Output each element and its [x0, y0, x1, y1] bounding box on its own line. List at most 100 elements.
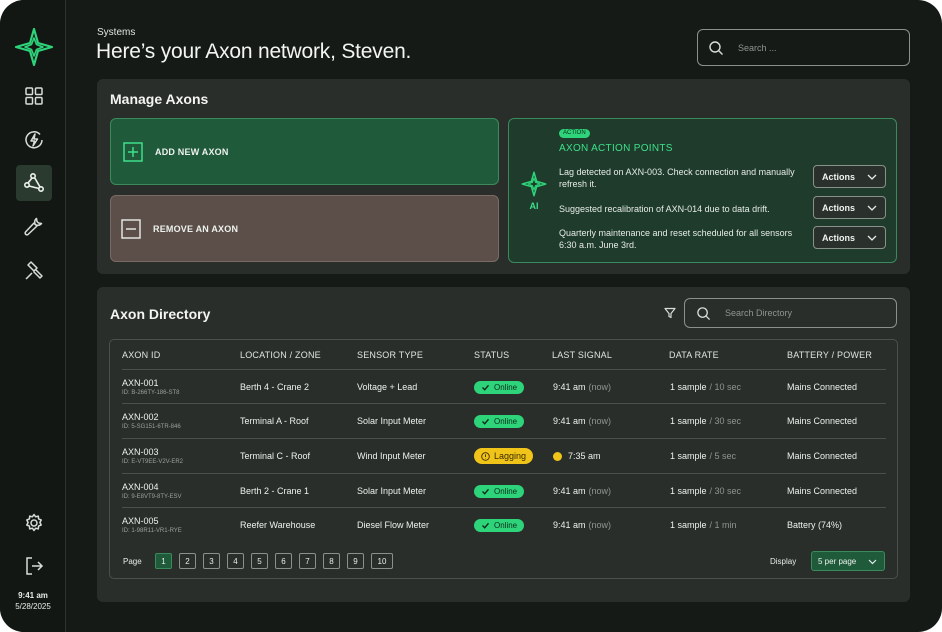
- rate-note: / 5 sec: [709, 451, 737, 461]
- signal-time: 7:35 am: [568, 451, 601, 461]
- add-axon-button[interactable]: ADD NEW AXON: [110, 118, 499, 185]
- check-icon: [482, 488, 490, 495]
- ai-action-heading: AXON ACTION POINTS: [559, 143, 673, 154]
- filter-icon[interactable]: [664, 307, 676, 319]
- wrench-icon: [24, 217, 43, 236]
- table-row[interactable]: AXN-002 ID: 5-SG151-6TR-846 Terminal A -…: [122, 403, 886, 437]
- directory-search-placeholder: Search Directory: [725, 308, 793, 318]
- page-button-5[interactable]: 5: [251, 553, 268, 569]
- status-cell: Online: [474, 404, 525, 438]
- page-button-4[interactable]: 4: [227, 553, 244, 569]
- col-header-signal[interactable]: LAST SIGNAL: [552, 350, 612, 360]
- ai-sparkle-icon: [521, 171, 547, 197]
- actions-label: Actions: [822, 171, 856, 182]
- page-button-1[interactable]: 1: [155, 553, 172, 569]
- ai-action-item-3: Quarterly maintenance and reset schedule…: [559, 228, 793, 250]
- actions-dropdown-1[interactable]: Actions: [813, 165, 886, 188]
- rate-value: 1 sample: [670, 486, 707, 496]
- main-content: Systems Here’s your Axon network, Steven…: [66, 0, 942, 632]
- axon-table: AXON ID LOCATION / ZONE SENSOR TYPE STAT…: [109, 339, 898, 579]
- nav-logout[interactable]: [16, 548, 52, 584]
- axon-id: AXN-003: [122, 447, 159, 457]
- rate-note: / 30 sec: [709, 416, 742, 426]
- actions-dropdown-2[interactable]: Actions: [813, 196, 886, 219]
- data-rate-cell: 1 sample/ 1 min: [670, 508, 737, 542]
- rate-note: / 10 sec: [709, 382, 742, 392]
- search-icon: [697, 306, 711, 320]
- rate-note: / 1 min: [709, 520, 737, 530]
- add-axon-label: ADD NEW AXON: [155, 146, 229, 157]
- search-icon: [709, 40, 723, 55]
- axon-serial: ID: B-266TY-186-ST8: [122, 390, 180, 396]
- col-header-location[interactable]: LOCATION / ZONE: [240, 350, 321, 360]
- page-button-10[interactable]: 10: [371, 553, 393, 569]
- power-cell: Mains Connected: [787, 451, 858, 461]
- status-cell: Online: [474, 370, 525, 404]
- logout-icon: [26, 557, 44, 575]
- nav-maintenance[interactable]: [16, 208, 52, 244]
- table-row[interactable]: AXN-004 ID: 9-E8VT9-8TY-ESV Berth 2 - Cr…: [122, 473, 886, 507]
- nav-dashboard[interactable]: [16, 78, 52, 114]
- axon-id-cell: AXN-002 ID: 5-SG151-6TR-846: [122, 404, 181, 438]
- display-label: Display: [770, 557, 797, 566]
- per-page-select[interactable]: 5 per page: [811, 551, 885, 571]
- sensor-cell: Voltage + Lead: [357, 382, 418, 392]
- sensor-cell: Solar Input Meter: [357, 486, 427, 496]
- status-cell: Online: [474, 508, 525, 542]
- remove-axon-button[interactable]: REMOVE AN AXON: [110, 195, 499, 262]
- table-row[interactable]: AXN-003 ID: E-VT9EE-V2V-ER2 Terminal C -…: [122, 438, 886, 472]
- last-signal-cell: 9:41 am (now): [553, 474, 611, 508]
- page-title: Here’s your Axon network, Steven.: [96, 40, 412, 63]
- status-text: Lagging: [494, 451, 527, 461]
- data-rate-cell: 1 sample/ 5 sec: [670, 439, 736, 473]
- axon-directory-title: Axon Directory: [110, 306, 211, 322]
- col-header-id[interactable]: AXON ID: [122, 350, 160, 360]
- status-cell: Online: [474, 474, 525, 508]
- page-button-8[interactable]: 8: [323, 553, 340, 569]
- page-button-7[interactable]: 7: [299, 553, 316, 569]
- data-rate-cell: 1 sample/ 30 sec: [670, 474, 741, 508]
- signal-time: 9:41 am: [553, 486, 586, 496]
- nav-network[interactable]: [16, 165, 52, 201]
- signal-note: (now): [588, 486, 612, 496]
- axon-logo-icon[interactable]: [14, 27, 54, 67]
- plus-square-icon: [123, 141, 143, 162]
- status-badge: Online: [474, 414, 525, 428]
- directory-search-input[interactable]: Search Directory: [684, 298, 897, 328]
- status-text: Online: [494, 486, 518, 496]
- col-header-sensor[interactable]: SENSOR TYPE: [357, 350, 423, 360]
- actions-dropdown-3[interactable]: Actions: [813, 226, 886, 249]
- warning-dot-icon: [553, 451, 562, 461]
- per-page-value: 5 per page: [818, 556, 857, 566]
- table-row[interactable]: AXN-005 ID: 1-98R11-VR1-RYE Reefer Wareh…: [122, 507, 886, 541]
- axon-id-cell: AXN-003 ID: E-VT9EE-V2V-ER2: [122, 439, 183, 473]
- status-text: Online: [494, 382, 518, 392]
- remove-axon-label: REMOVE AN AXON: [153, 223, 239, 234]
- sensor-cell: Wind Input Meter: [357, 451, 426, 461]
- nav-tools[interactable]: [16, 252, 52, 288]
- rate-value: 1 sample: [670, 451, 707, 461]
- page-button-3[interactable]: 3: [203, 553, 220, 569]
- last-signal-cell: 9:41 am (now): [553, 404, 611, 438]
- axon-id-cell: AXN-005 ID: 1-98R11-VR1-RYE: [122, 508, 182, 542]
- status-text: Online: [494, 416, 518, 426]
- page-button-6[interactable]: 6: [275, 553, 292, 569]
- col-header-status[interactable]: STATUS: [474, 350, 509, 360]
- clock-date: 5/28/2025: [15, 602, 51, 611]
- manage-axons-title: Manage Axons: [110, 91, 209, 107]
- action-badge: ACTION: [559, 129, 590, 138]
- chevron-down-icon: [867, 205, 877, 211]
- col-header-power[interactable]: BATTERY / POWER: [787, 350, 872, 360]
- status-badge: Online: [474, 484, 525, 498]
- page-button-9[interactable]: 9: [347, 553, 364, 569]
- minus-square-icon: [121, 218, 141, 239]
- page-button-2[interactable]: 2: [179, 553, 196, 569]
- col-header-rate[interactable]: DATA RATE: [669, 350, 719, 360]
- nav-energy[interactable]: [16, 122, 52, 158]
- search-input[interactable]: Search ...: [697, 29, 910, 66]
- breadcrumb[interactable]: Systems: [97, 27, 135, 38]
- clock-time: 9:41 am: [18, 591, 48, 600]
- check-icon: [482, 522, 490, 529]
- nav-settings[interactable]: [16, 505, 52, 541]
- table-row[interactable]: AXN-001 ID: B-266TY-186-ST8 Berth 4 - Cr…: [122, 369, 886, 403]
